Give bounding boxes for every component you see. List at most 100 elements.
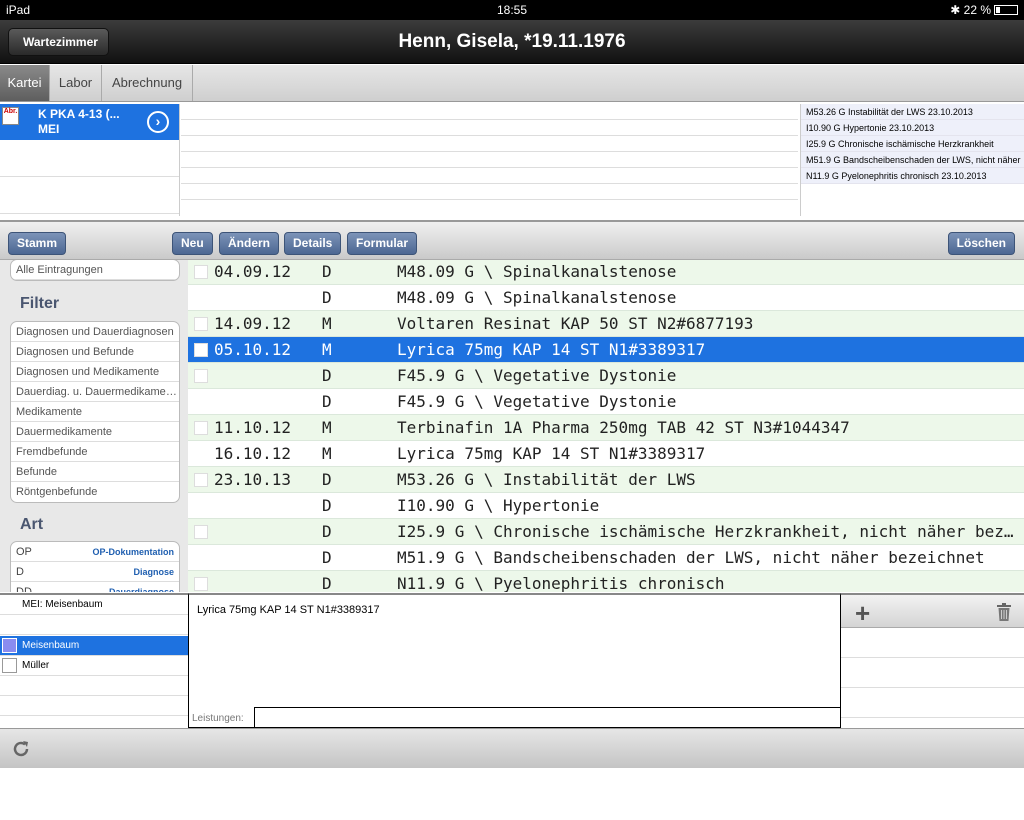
checkbox[interactable] bbox=[2, 597, 17, 612]
case-line1: K PKA 4-13 (... bbox=[38, 107, 120, 121]
table-row[interactable]: 05.10.12 M Lyrica 75mg KAP 14 ST N1#338931… bbox=[188, 337, 1024, 363]
table-row[interactable]: 14.09.12 M Voltaren Resinat KAP 50 ST N2#6… bbox=[188, 311, 1024, 337]
filter-item[interactable]: Medikamente bbox=[11, 402, 179, 422]
filter-item[interactable]: Dauerdiag. u. Dauermedikamente bbox=[11, 382, 179, 402]
table-row[interactable]: D N11.9 G \ Pyelonephritis chronisch bbox=[188, 571, 1024, 592]
user-name: Müller bbox=[22, 660, 50, 671]
filter-item[interactable]: Röntgenbefunde bbox=[11, 482, 179, 502]
table-row[interactable]: D F45.9 G \ Vegetative Dystonie bbox=[188, 363, 1024, 389]
diagnosis-item[interactable]: M51.9 G Bandscheibenschaden der LWS, nic… bbox=[801, 152, 1024, 168]
entry-kind: D bbox=[322, 366, 332, 385]
entry-text[interactable]: Lyrica 75mg KAP 14 ST N1#3389317 bbox=[197, 604, 380, 616]
disclosure-arrow-icon[interactable]: › bbox=[147, 111, 169, 133]
entry-text: M48.09 G \ Spinalkanalstenose bbox=[397, 262, 677, 281]
filter-item[interactable]: Befunde bbox=[11, 462, 179, 482]
entry-kind: D bbox=[322, 574, 332, 592]
checkbox[interactable] bbox=[194, 577, 208, 591]
toolbar: Stamm Neu Ändern Details Formular Lösche… bbox=[0, 220, 1024, 260]
add-icon[interactable]: + bbox=[855, 598, 870, 629]
checkbox[interactable] bbox=[194, 317, 208, 331]
checkbox[interactable] bbox=[194, 421, 208, 435]
checkbox[interactable] bbox=[194, 525, 208, 539]
diagnosis-item[interactable]: I25.9 G Chronische ischämische Herzkrank… bbox=[801, 136, 1024, 152]
entry-text: M51.9 G \ Bandscheibenschaden der LWS, n… bbox=[397, 548, 985, 567]
checkbox[interactable] bbox=[194, 473, 208, 487]
leistungen-input[interactable] bbox=[254, 707, 841, 727]
entry-date: 05.10.12 bbox=[214, 340, 292, 359]
bottom-toolbar bbox=[0, 728, 1024, 768]
case-item[interactable]: Abr. K PKA 4-13 (... MEI › bbox=[0, 104, 179, 140]
checkbox[interactable] bbox=[194, 369, 208, 383]
table-row[interactable]: D I25.9 G \ Chronische ischämische Herzkr… bbox=[188, 519, 1024, 545]
list-item bbox=[0, 140, 179, 177]
art-item-op[interactable]: OP OP-Dokumentation bbox=[11, 542, 179, 562]
table-row[interactable]: 23.10.13 D M53.26 G \ Instabilität der LWS bbox=[188, 467, 1024, 493]
art-item-dd[interactable]: DD Dauerdiagnose bbox=[11, 582, 179, 592]
entry-kind: M bbox=[322, 444, 332, 463]
art-label: OP-Dokumentation bbox=[92, 547, 174, 557]
list-item bbox=[181, 184, 798, 200]
art-label: Diagnose bbox=[133, 567, 174, 577]
entry-text: Voltaren Resinat KAP 50 ST N2#6877193 bbox=[397, 314, 754, 333]
art-item-d[interactable]: D Diagnose bbox=[11, 562, 179, 582]
table-row[interactable]: D I10.90 G \ Hypertonie bbox=[188, 493, 1024, 519]
filter-group: Diagnosen und Dauerdiagnosen Diagnosen u… bbox=[10, 321, 180, 503]
diagnosis-item[interactable]: I10.90 G Hypertonie 23.10.2013 bbox=[801, 120, 1024, 136]
form-button[interactable]: Formular bbox=[347, 232, 418, 255]
table-row[interactable]: 11.10.12 M Terbinafin 1A Pharma 250mg TAB … bbox=[188, 415, 1024, 441]
filter-item[interactable]: Diagnosen und Befunde bbox=[11, 342, 179, 362]
filter-item[interactable]: Fremdbefunde bbox=[11, 442, 179, 462]
art-code: DD bbox=[16, 586, 32, 592]
filter-all-entries[interactable]: Alle Eintragungen bbox=[11, 260, 179, 280]
new-button[interactable]: Neu bbox=[172, 232, 213, 255]
diagnosis-list: M53.26 G Instabilität der LWS 23.10.2013… bbox=[800, 104, 1024, 216]
user-filter-label: MEI: Meisenbaum bbox=[22, 599, 103, 610]
entry-detail-panel: Lyrica 75mg KAP 14 ST N1#3389317 Leistun… bbox=[188, 593, 841, 728]
art-code: OP bbox=[16, 546, 32, 558]
user-row-meisenbaum[interactable]: Meisenbaum bbox=[0, 636, 188, 656]
user-row-mueller[interactable]: Müller bbox=[0, 656, 188, 676]
entry-kind: D bbox=[322, 496, 332, 515]
details-button[interactable]: Details bbox=[284, 232, 342, 255]
battery-icon bbox=[994, 5, 1018, 15]
filter-item[interactable]: Diagnosen und Medikamente bbox=[11, 362, 179, 382]
entry-kind: D bbox=[322, 522, 332, 541]
tab-kartei[interactable]: Kartei bbox=[0, 65, 50, 101]
filter-item[interactable]: Dauermedikamente bbox=[11, 422, 179, 442]
battery-percent: 22 % bbox=[963, 3, 991, 17]
trash-icon[interactable] bbox=[996, 602, 1012, 622]
table-row[interactable]: D M48.09 G \ Spinalkanalstenose bbox=[188, 285, 1024, 311]
diagnosis-item[interactable]: M53.26 G Instabilität der LWS 23.10.2013 bbox=[801, 104, 1024, 120]
entry-kind: M bbox=[322, 340, 332, 359]
user-filter-row[interactable]: MEI: Meisenbaum bbox=[0, 595, 188, 615]
diagnosis-item[interactable]: N11.9 G Pyelonephritis chronisch 23.10.2… bbox=[801, 168, 1024, 184]
refresh-icon[interactable] bbox=[10, 738, 32, 760]
tab-labor[interactable]: Labor bbox=[50, 65, 102, 101]
table-row[interactable]: 16.10.12 M Lyrica 75mg KAP 14 ST N1#338931… bbox=[188, 441, 1024, 467]
checkbox[interactable] bbox=[2, 658, 17, 673]
tab-bar: Kartei Labor Abrechnung bbox=[0, 65, 1024, 102]
entry-text: M53.26 G \ Instabilität der LWS bbox=[397, 470, 696, 489]
stamm-button[interactable]: Stamm bbox=[8, 232, 67, 255]
table-row[interactable]: 04.09.12 D M48.09 G \ Spinalkanalstenose bbox=[188, 260, 1024, 285]
clock: 18:55 bbox=[496, 3, 528, 17]
edit-button[interactable]: Ändern bbox=[219, 232, 279, 255]
tab-abrechnung[interactable]: Abrechnung bbox=[102, 65, 193, 101]
case-line2: MEI bbox=[38, 122, 60, 136]
filter-heading: Filter bbox=[20, 295, 60, 312]
list-item bbox=[181, 136, 798, 152]
filter-item[interactable]: Diagnosen und Dauerdiagnosen bbox=[11, 322, 179, 342]
entry-text: I10.90 G \ Hypertonie bbox=[397, 496, 600, 515]
checkbox[interactable] bbox=[194, 343, 208, 357]
entry-text: I25.9 G \ Chronische ischämische Herzkra… bbox=[397, 522, 1017, 541]
list-item bbox=[181, 168, 798, 184]
art-heading: Art bbox=[20, 516, 44, 533]
art-group: OP OP-Dokumentation D Diagnose DD Dauerdiag… bbox=[10, 541, 180, 592]
entry-text: F45.9 G \ Vegetative Dystonie bbox=[397, 366, 677, 385]
checkbox[interactable] bbox=[2, 638, 17, 653]
table-row[interactable]: D F45.9 G \ Vegetative Dystonie bbox=[188, 389, 1024, 415]
table-row[interactable]: D M51.9 G \ Bandscheibenschaden der LWS, … bbox=[188, 545, 1024, 571]
checkbox[interactable] bbox=[194, 265, 208, 279]
delete-button[interactable]: Löschen bbox=[947, 232, 1015, 255]
leistungen-label: Leistungen: bbox=[192, 713, 244, 724]
